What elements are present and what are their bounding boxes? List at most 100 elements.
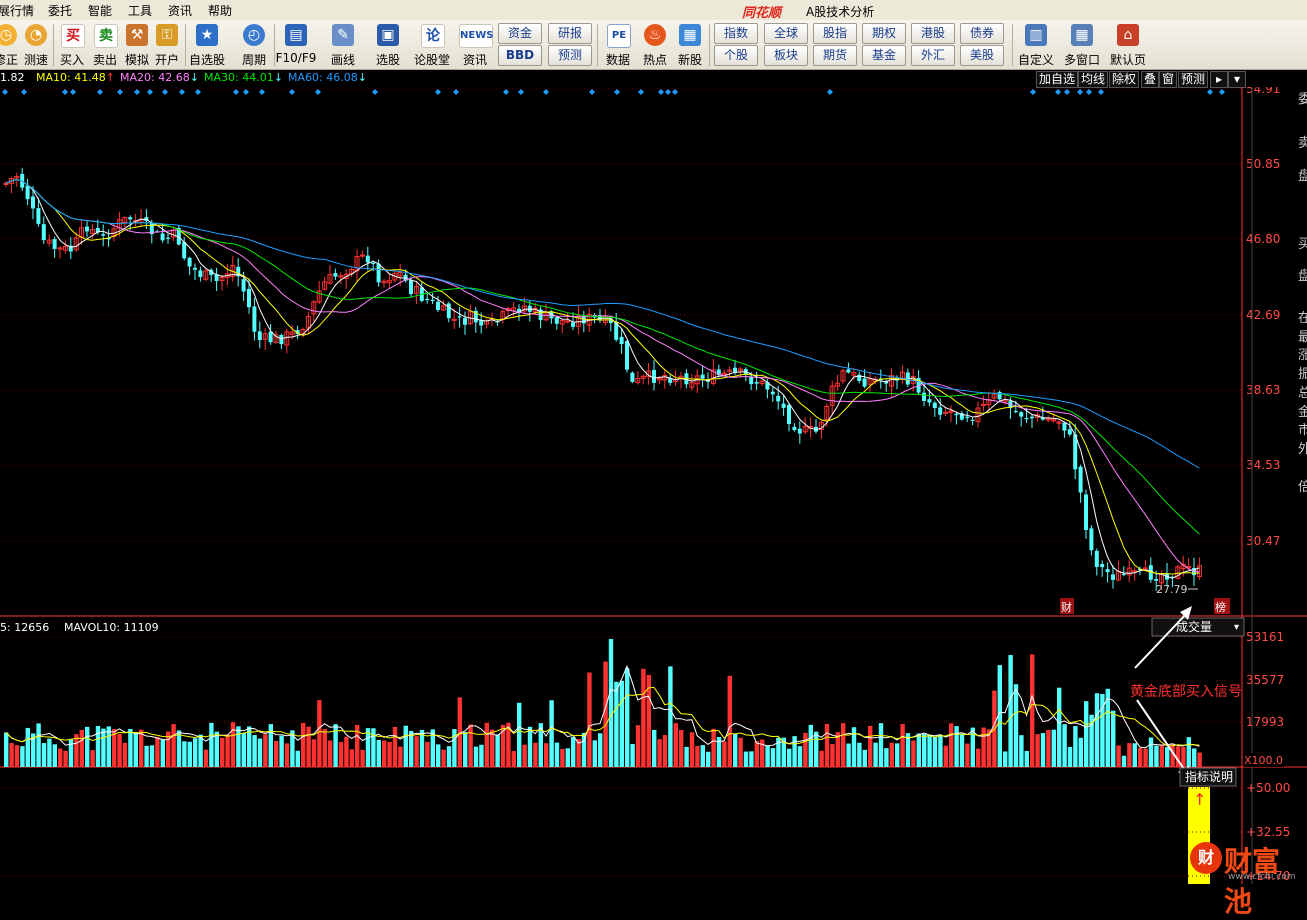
buy-signal-annotation: 黄金底部买入信号 [1130,683,1242,700]
us-stock-button[interactable]: 美股 [960,45,1004,66]
candle-body [1019,412,1024,417]
chevron-down-icon[interactable]: ▾ [1228,71,1246,88]
volume-bar [338,741,344,767]
custom-icon: ▥ [1025,24,1047,46]
volume-bar [592,740,597,767]
candle-body [1078,466,1083,493]
signal-marker-icon [1086,89,1092,95]
candle-body [970,419,975,421]
stock-index-button[interactable]: 股指 [813,23,857,44]
signal-marker-icon [518,89,524,95]
volume-bar [68,738,74,767]
volume-bar [846,743,851,767]
forex-button[interactable]: 外汇 [911,45,955,66]
watchlist-label: 自选股 [188,53,225,67]
volume-bar [279,735,284,767]
volume-bar [749,751,754,767]
ma30-line [5,178,1200,535]
sector-button[interactable]: 板块 [764,45,808,66]
volume-bar [1078,737,1083,767]
overlay-button[interactable]: 叠 [1141,71,1160,88]
forecast-button[interactable]: 预测 [548,45,592,66]
ex-rights-button[interactable]: 除权 [1109,71,1140,88]
hot-button[interactable]: ♨ 热点 [639,22,671,68]
global-button[interactable]: 全球 [764,23,808,44]
ipo-button[interactable]: ▦ 新股 [674,22,706,68]
add-watchlist-button[interactable]: 加自选 [1036,71,1079,88]
volume-bar [328,740,333,767]
menu-item-order[interactable]: 委托 [48,2,72,19]
volume-bar [824,723,830,767]
menu-item-news[interactable]: 资讯 [168,2,192,19]
volume-bar [1057,687,1062,767]
capital-button[interactable]: 资金 [498,23,542,44]
bond-button[interactable]: 债券 [960,23,1004,44]
volume-bar [230,722,236,767]
expand-icon[interactable]: ▸ [1210,71,1228,88]
research-button[interactable]: 研报 [548,23,592,44]
hk-stock-button[interactable]: 港股 [911,23,955,44]
volume-bar [932,736,938,767]
stock-picker-button[interactable]: ▣ 选股 [372,22,404,68]
volume-bar [527,726,533,767]
signal-marker-icon [453,89,459,95]
volume-bar [517,702,522,767]
forum-button[interactable]: 论 论股堂 [414,22,450,68]
fund-button[interactable]: 基金 [862,45,906,66]
volume-bar [1159,744,1164,767]
period-button[interactable]: ◴ 周期 [238,22,270,68]
customize-button[interactable]: ▥ 自定义 [1018,22,1054,68]
news-label: 资讯 [462,53,487,67]
right-panel-label: 涨 [1298,348,1307,363]
kline-chart[interactable]: 54.9150.8546.8042.6938.6334.5330.47委卖盘买盘… [0,87,1307,884]
volume-bar [1116,745,1121,767]
index-button[interactable]: 指数 [714,23,758,44]
volume-bar [1084,701,1089,767]
candle-body [700,374,705,379]
bbd-button[interactable]: BBD [498,45,542,66]
open-account-button[interactable]: ⚿ 开户 [151,22,183,68]
volume-bar [225,734,230,767]
candle-body [182,241,187,259]
signal-marker-icon [70,89,76,95]
watchlist-button[interactable]: ★ 自选股 [189,22,225,68]
window-button[interactable]: 窗 [1159,71,1178,88]
draw-line-label: 画线 [330,53,355,67]
toolbar-divider [709,24,710,66]
f10-button[interactable]: ▤ F10/F9 [276,22,316,68]
volume-bar [803,732,808,767]
candle-body [101,234,106,236]
data-button[interactable]: PE 数据 [602,22,634,68]
futures-button[interactable]: 期货 [813,45,857,66]
volume-bar [144,745,149,767]
volume-bar [236,726,241,767]
candle-body [25,185,30,200]
menu-item-help[interactable]: 帮助 [208,2,232,19]
menu-item-market[interactable]: 展行情 [0,2,34,19]
single-stock-button[interactable]: 个股 [714,45,758,66]
volume-bar [41,743,47,767]
sell-icon: 卖 [94,24,118,48]
volume-bar [1008,655,1013,767]
options-button[interactable]: 期权 [862,23,906,44]
multi-window-button[interactable]: ▦ 多窗口 [1064,22,1100,68]
candle-body [781,403,786,408]
volume-bar [176,730,182,767]
menu-item-smart[interactable]: 智能 [88,2,112,19]
candle-body [571,322,575,327]
news-button[interactable]: NEWS 资讯 [459,22,493,68]
speedtest-button[interactable]: ◔ 测速 [20,22,52,68]
menu-item-tools[interactable]: 工具 [128,2,152,19]
signal-marker-icon [827,89,833,95]
draw-line-button[interactable]: ✎ 画线 [327,22,359,68]
candle-body [787,404,791,424]
volume-bar [306,726,311,767]
volume-bar [182,741,187,767]
period-label: 周期 [241,53,266,67]
ma-toggle-button[interactable]: 均线 [1078,71,1109,88]
signal-marker-icon [372,89,378,95]
forecast-toggle-button[interactable]: 预测 [1178,71,1209,88]
lock-icon: ⚿ [156,24,178,46]
default-page-button[interactable]: ⌂ 默认页 [1110,22,1146,68]
candle-body [457,316,462,318]
